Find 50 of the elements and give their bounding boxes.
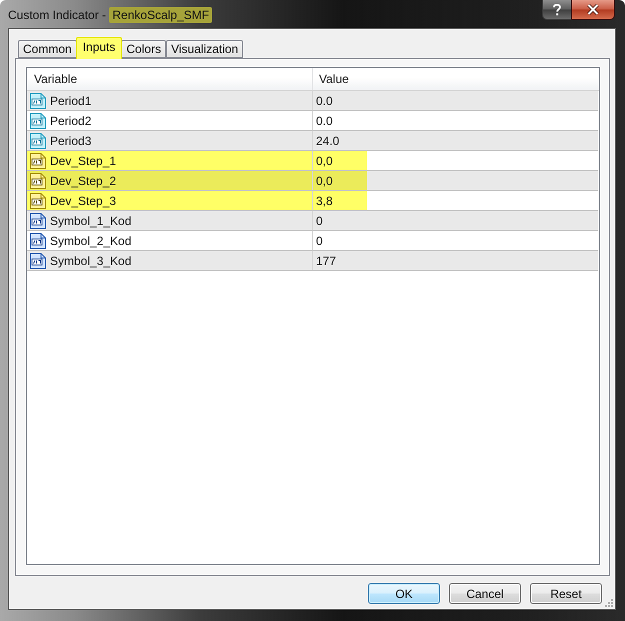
column-header[interactable]: Variable xyxy=(27,68,313,90)
variable-value: 0.0 xyxy=(316,94,333,108)
variable-name: Period2 xyxy=(50,114,92,128)
dialog-button[interactable]: Cancel xyxy=(449,583,521,604)
variable-value: 24.0 xyxy=(316,134,340,148)
document-icon xyxy=(30,112,46,128)
variable-value: 0,0 xyxy=(316,174,333,188)
variable-value: 0 xyxy=(316,234,323,248)
tab[interactable]: Visualization xyxy=(166,40,244,58)
document-icon xyxy=(30,212,46,228)
document-icon xyxy=(30,232,46,248)
document-icon xyxy=(30,132,46,148)
document-icon xyxy=(30,152,46,168)
tab[interactable]: Colors xyxy=(121,40,166,58)
variable-name: Dev_Step_3 xyxy=(50,194,116,208)
table-row[interactable]: Period3 24.0 xyxy=(27,131,598,151)
variable-name: Symbol_2_Kod xyxy=(50,234,132,248)
tab[interactable]: Inputs xyxy=(76,37,122,59)
variable-name: Period1 xyxy=(50,94,92,108)
table-row[interactable]: Symbol_3_Kod 177 xyxy=(27,251,598,271)
help-icon xyxy=(553,4,561,16)
tab[interactable]: Common xyxy=(18,40,77,58)
table-row[interactable]: Period2 0.0 xyxy=(27,111,598,131)
table-row[interactable]: Dev_Step_3 3,8 xyxy=(27,191,598,211)
close-icon xyxy=(587,4,599,15)
variable-value: 0 xyxy=(316,214,323,228)
variable-value: 3,8 xyxy=(316,194,333,208)
dialog-button[interactable]: OK xyxy=(368,583,440,604)
close-button[interactable] xyxy=(571,0,615,20)
variable-value: 0.0 xyxy=(316,114,333,128)
table-row[interactable]: Symbol_2_Kod 0 xyxy=(27,231,598,251)
document-icon xyxy=(30,252,46,268)
variable-name: Dev_Step_2 xyxy=(50,174,116,188)
table-row[interactable]: Period1 0.0 xyxy=(27,91,598,111)
window-title: Custom Indicator - RenkoScalp_SMF xyxy=(8,7,212,23)
dialog-button[interactable]: Reset xyxy=(530,583,602,604)
document-icon xyxy=(30,192,46,208)
variable-name: Period3 xyxy=(50,134,92,148)
resize-grip-icon[interactable] xyxy=(605,599,613,607)
table-row[interactable]: Dev_Step_1 0,0 xyxy=(27,151,598,171)
document-icon xyxy=(30,92,46,108)
variable-name: Dev_Step_1 xyxy=(50,154,116,168)
document-icon xyxy=(30,172,46,188)
variable-name: Symbol_1_Kod xyxy=(50,214,132,228)
variable-name: Symbol_3_Kod xyxy=(50,254,132,268)
variable-value: 0,0 xyxy=(316,154,333,168)
variable-value: 177 xyxy=(316,254,336,268)
table-row[interactable]: Dev_Step_2 0,0 xyxy=(27,171,598,191)
table-row[interactable]: Symbol_1_Kod 0 xyxy=(27,211,598,231)
help-button[interactable] xyxy=(542,0,571,20)
